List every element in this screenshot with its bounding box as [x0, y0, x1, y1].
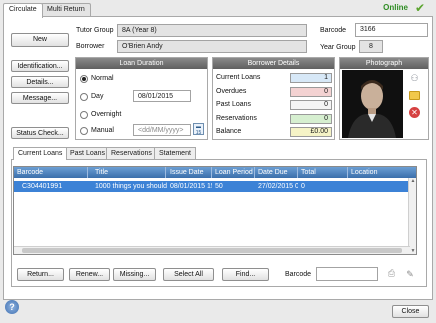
table-row[interactable]: C304401991 1000 things you should k 08/0…: [14, 181, 410, 192]
tab-multi-return[interactable]: Multi Return: [41, 3, 91, 17]
close-button[interactable]: Close: [392, 305, 429, 318]
online-check-icon: ✔: [414, 1, 425, 15]
balance-value: £0.00: [290, 127, 332, 137]
option-overnight-label: Overnight: [91, 111, 122, 118]
current-loans-label: Current Loans: [216, 74, 261, 81]
column-header[interactable]: Total Renewals: [298, 167, 348, 187]
status-check-button[interactable]: Status Check...: [11, 127, 69, 139]
borrower-name-field: O'Brien Andy: [117, 40, 307, 53]
online-status: Online: [383, 3, 408, 12]
tab-circulate[interactable]: Circulate: [3, 3, 43, 18]
option-normal-label: Normal: [91, 75, 114, 82]
new-button[interactable]: New: [11, 33, 69, 47]
table-cell: 27/02/2015 0(: [258, 183, 298, 190]
past-loans-label: Past Loans: [216, 101, 252, 108]
overdues-label: Overdues: [216, 88, 247, 95]
radio-normal[interactable]: [80, 75, 88, 83]
option-day-label: Day: [91, 93, 104, 100]
option-manual-label: Manual: [91, 127, 114, 134]
identification-button[interactable]: Identification...: [11, 60, 69, 72]
reservations-label: Reservations: [216, 115, 257, 122]
tutor-group-label: Tutor Group: [76, 27, 114, 34]
column-header[interactable]: Loan Period: [212, 167, 255, 178]
balance-label: Balance: [216, 128, 242, 135]
column-header[interactable]: Barcode: [14, 167, 88, 178]
radio-day[interactable]: [80, 93, 88, 101]
renew-button[interactable]: Renew...: [69, 268, 110, 281]
radio-overnight[interactable]: [80, 111, 88, 119]
message-button[interactable]: Message...: [11, 92, 69, 104]
current-loans-value: 1: [290, 73, 332, 83]
return-button[interactable]: Return...: [17, 268, 64, 281]
scroll-down-icon[interactable]: ▼: [409, 248, 416, 254]
radio-manual[interactable]: [80, 127, 88, 135]
scroll-up-icon[interactable]: ▲: [409, 178, 416, 185]
table-cell: 50: [215, 183, 223, 190]
overdues-value: 0: [290, 87, 332, 97]
reservations-value: 0: [290, 114, 332, 124]
loan-duration-title: Loan Duration: [76, 58, 207, 69]
year-group-field: 8: [359, 40, 383, 53]
scroll-thumb[interactable]: [22, 248, 402, 253]
year-group-label: Year Group: [320, 44, 356, 51]
edit-icon[interactable]: ✎: [404, 268, 416, 280]
borrower-barcode-input[interactable]: 3166: [355, 23, 428, 37]
column-header[interactable]: Location: [348, 167, 410, 178]
past-loans-value: 0: [290, 100, 332, 110]
borrower-label: Borrower: [76, 43, 105, 50]
column-header[interactable]: Date Due: [255, 167, 298, 178]
missing-button[interactable]: Missing...: [113, 268, 156, 281]
item-barcode-input[interactable]: [316, 267, 378, 281]
table-cell: C304401991: [22, 183, 63, 190]
borrower-details-title: Borrower Details: [213, 58, 334, 69]
manual-date-input[interactable]: <dd/MM/yyyy>: [133, 124, 191, 136]
loans-table: Barcode Title Issue Date Loan Period Dat…: [13, 166, 417, 255]
webcam-icon[interactable]: ⚇: [409, 73, 420, 83]
photograph-title: Photograph: [340, 58, 428, 69]
vertical-scrollbar[interactable]: ▲ ▼: [408, 178, 416, 254]
tab-reservations[interactable]: Reservations: [106, 147, 157, 159]
print-icon[interactable]: ⎙: [385, 268, 398, 279]
help-icon[interactable]: ?: [5, 300, 19, 314]
bottom-barcode-label: Barcode: [285, 271, 312, 278]
remove-photo-icon[interactable]: ✕: [409, 107, 420, 118]
details-button[interactable]: Details...: [11, 76, 69, 88]
barcode-label: Barcode: [320, 27, 347, 34]
horizontal-scrollbar[interactable]: [14, 246, 410, 254]
table-cell: 08/01/2015 15: [170, 183, 212, 190]
column-header[interactable]: Issue Date: [167, 167, 212, 178]
borrower-photo: [342, 70, 403, 138]
day-date-field[interactable]: 08/01/2015: [133, 90, 191, 102]
table-cell: 0: [301, 183, 305, 190]
find-button[interactable]: Find...: [222, 268, 269, 281]
table-cell: 1000 things you should k: [95, 183, 167, 190]
folder-icon[interactable]: [409, 91, 420, 100]
tab-past-loans[interactable]: Past Loans: [65, 147, 111, 159]
tutor-group-field: 8A (Year 8): [117, 24, 307, 37]
calendar-icon[interactable]: ▬ 15: [193, 123, 204, 136]
tab-current-loans[interactable]: Current Loans: [13, 147, 68, 160]
column-header[interactable]: Title: [92, 167, 166, 178]
tab-statement[interactable]: Statement: [154, 147, 196, 159]
select-all-button[interactable]: Select All: [163, 268, 214, 281]
table-header: Barcode Title Issue Date Loan Period Dat…: [14, 167, 416, 187]
